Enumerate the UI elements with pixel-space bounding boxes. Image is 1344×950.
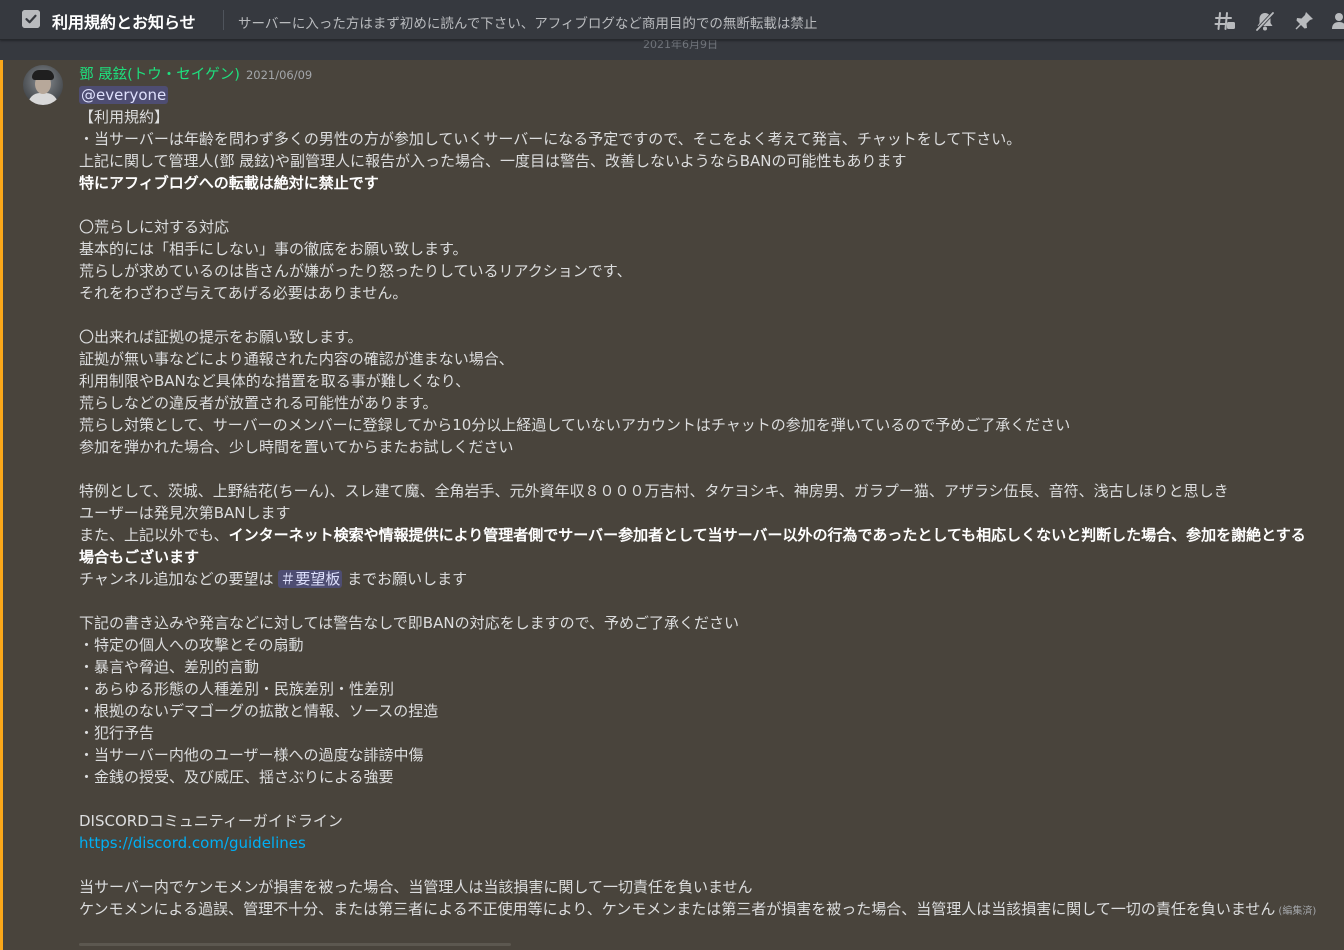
message-header: 鄧 晟鉉(トウ・セイゲン) 2021/06/09 [79, 63, 312, 84]
avatar-body-shape [28, 93, 58, 105]
content-line: 参加を弾かれた場合、少し時間を置いてからまたお試しください [79, 438, 514, 456]
content-line: DISCORDコミュニティーガイドライン [79, 812, 343, 830]
embed-edge [79, 943, 511, 946]
content-line: ・暴言や脅迫、差別的言動 [79, 658, 260, 676]
mute-bell-icon[interactable] [1254, 10, 1276, 32]
message-author[interactable]: 鄧 晟鉉(トウ・セイゲン) [79, 67, 240, 83]
content-line: 〇出来れば証拠の提示をお願い致します。 [79, 328, 363, 346]
content-line: 荒らし対策として、サーバーのメンバーに登録してから10分以上経過していないアカウ… [79, 416, 1071, 434]
rules-channel-icon [22, 10, 40, 28]
message-item[interactable]: 鄧 晟鉉(トウ・セイゲン) 2021/06/09 @everyone 【利用規約】… [0, 60, 1344, 950]
content-line-mixed: チャンネル追加などの要望は ＃要望板 までお願いします [79, 568, 1319, 590]
content-line: 下記の書き込みや発言などに対しては警告なしで即BANの対応をしますので、予めご了… [79, 614, 739, 632]
content-line: 利用制限やBANなど具体的な措置を取る事が難しくなり、 [79, 372, 471, 390]
content-line: 荒らしが求めているのは皆さんが嫌がったり怒ったりしているリアクションです、 [79, 262, 632, 280]
content-line: ・犯行予告 [79, 724, 155, 742]
content-text: チャンネル追加などの要望は [79, 570, 274, 588]
message-timestamp[interactable]: 2021/06/09 [246, 68, 312, 82]
mention-line: @everyone [79, 84, 1319, 106]
content-line: ・当サーバーは年齢を問わず多くの男性の方が参加していくサーバーになる予定ですので… [79, 130, 1022, 148]
avatar-hair-shape [32, 70, 54, 80]
content-text-bold: インターネット検索や情報提供により管理者側でサーバー参加者として当サーバー以外の… [79, 526, 1306, 566]
content-line: ユーザーは発見次第BANします [79, 504, 291, 522]
header-divider [223, 10, 224, 30]
channel-header: 利用規約とお知らせ サーバーに入った方はまず初めに読んで下さい、アフィブログなど… [0, 0, 1344, 40]
content-text: また、上記以外でも、 [79, 526, 229, 544]
content-line: 基本的には「相手にしない」事の徹底をお願い致します。 [79, 240, 468, 258]
content-line: ・特定の個人への攻撃とその扇動 [79, 636, 304, 654]
channel-topic[interactable]: サーバーに入った方はまず初めに読んで下さい、アフィブログなど商用目的での無断転載… [238, 12, 817, 32]
content-line: 証拠が無い事などにより通報された内容の確認が進まない場合、 [79, 350, 514, 368]
guidelines-link[interactable]: https://discord.com/guidelines [79, 834, 306, 852]
message-content: @everyone 【利用規約】 ・当サーバーは年齢を問わず多くの男性の方が参加… [79, 84, 1319, 923]
content-line: 当サーバー内でケンモメンが損害を被った場合、当管理人は当該損害に関して一切責任を… [79, 878, 753, 896]
content-line: 特例として、茨城、上野結花(ちーん)、スレ建て魔、全角岩手、元外資年収８０００万… [79, 482, 1229, 500]
content-line: 荒らしなどの違反者が放置される可能性があります。 [79, 394, 438, 412]
content-line: 上記に関して管理人(鄧 晟鉉)や副管理人に報告が入った場合、一度目は警告、改善し… [79, 152, 907, 170]
content-line: ・あらゆる形態の人種差別・民族差別・性差別 [79, 680, 395, 698]
edited-label: (編集済) [1278, 906, 1317, 917]
members-icon[interactable] [1331, 10, 1344, 32]
content-line: 〇荒らしに対する対応 [79, 218, 230, 236]
content-line: https://discord.com/guidelines [79, 832, 1319, 854]
content-line: ・当サーバー内他のユーザー様への過度な誹謗中傷 [79, 746, 424, 764]
content-line: 【利用規約】 [79, 108, 170, 126]
everyone-mention[interactable]: @everyone [79, 86, 169, 104]
content-line-bold: 特にアフィブログへの転載は絶対に禁止です [79, 174, 379, 192]
content-line-mixed: また、上記以外でも、インターネット検索や情報提供により管理者側でサーバー参加者と… [79, 524, 1319, 568]
avatar[interactable] [23, 65, 63, 105]
threads-icon[interactable] [1214, 10, 1236, 32]
channel-name: 利用規約とお知らせ [52, 13, 196, 32]
content-line: それをわざわざ与えてあげる必要はありません。 [79, 284, 408, 302]
content-line-mixed: ケンモメンによる過誤、管理不十分、または第三者による不正使用等により、ケンモメン… [79, 898, 1319, 923]
channel-mention-request-board[interactable]: ＃要望板 [278, 570, 343, 588]
content-line: ・根拠のないデマゴーグの拡散と情報、ソースの捏造 [79, 702, 439, 720]
content-line: ・金銭の授受、及び威圧、揺さぶりによる強要 [79, 768, 394, 786]
content-text: までお願いします [347, 570, 468, 588]
content-text: ケンモメンによる過誤、管理不十分、または第三者による不正使用等により、ケンモメン… [79, 900, 1276, 918]
pin-icon[interactable] [1293, 10, 1315, 32]
